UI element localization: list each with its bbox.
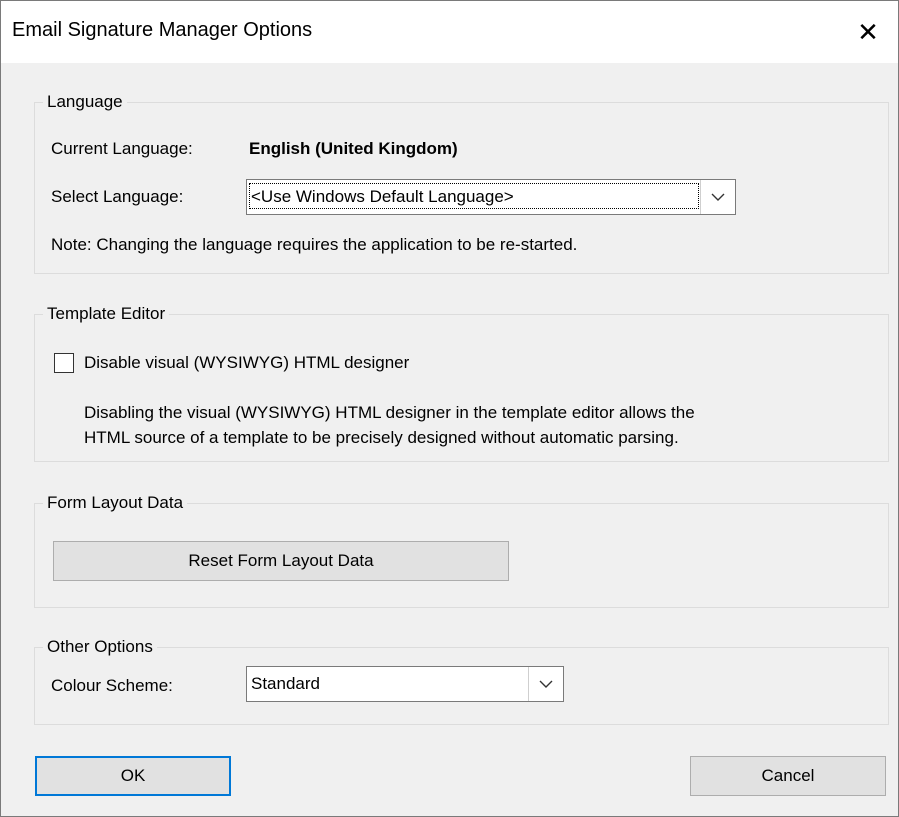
current-language-label: Current Language: — [51, 139, 193, 158]
current-language-value: English (United Kingdom) — [249, 139, 458, 158]
close-button[interactable]: ✕ — [838, 1, 898, 63]
colour-scheme-dropdown[interactable]: Standard — [246, 666, 564, 702]
colour-scheme-value: Standard — [251, 674, 320, 693]
other-options-group-label: Other Options — [43, 636, 157, 658]
disable-wysiwyg-label[interactable]: Disable visual (WYSIWYG) HTML designer — [84, 353, 409, 373]
select-language-value: <Use Windows Default Language> — [251, 187, 514, 206]
close-icon: ✕ — [857, 16, 879, 47]
cancel-button[interactable]: Cancel — [690, 756, 886, 796]
title-bar: Email Signature Manager Options ✕ — [1, 1, 898, 63]
options-dialog: Email Signature Manager Options ✕ Langua… — [0, 0, 899, 817]
disable-wysiwyg-checkbox[interactable] — [54, 353, 74, 373]
chevron-down-icon[interactable] — [700, 180, 735, 214]
window-title: Email Signature Manager Options — [12, 19, 313, 41]
template-editor-group-label: Template Editor — [43, 303, 170, 325]
form-layout-group-label: Form Layout Data — [43, 492, 188, 514]
chevron-down-icon[interactable] — [528, 667, 563, 701]
reset-form-layout-button[interactable]: Reset Form Layout Data — [53, 541, 509, 581]
template-editor-description-2: HTML source of a template to be precisel… — [84, 428, 679, 447]
select-language-label: Select Language: — [51, 187, 184, 206]
template-editor-description-1: Disabling the visual (WYSIWYG) HTML desi… — [84, 403, 695, 422]
ok-button[interactable]: OK — [35, 756, 231, 796]
colour-scheme-label: Colour Scheme: — [51, 676, 173, 695]
select-language-dropdown[interactable]: <Use Windows Default Language> — [246, 179, 736, 215]
language-group-label: Language — [43, 91, 127, 113]
language-note: Note: Changing the language requires the… — [51, 235, 578, 254]
